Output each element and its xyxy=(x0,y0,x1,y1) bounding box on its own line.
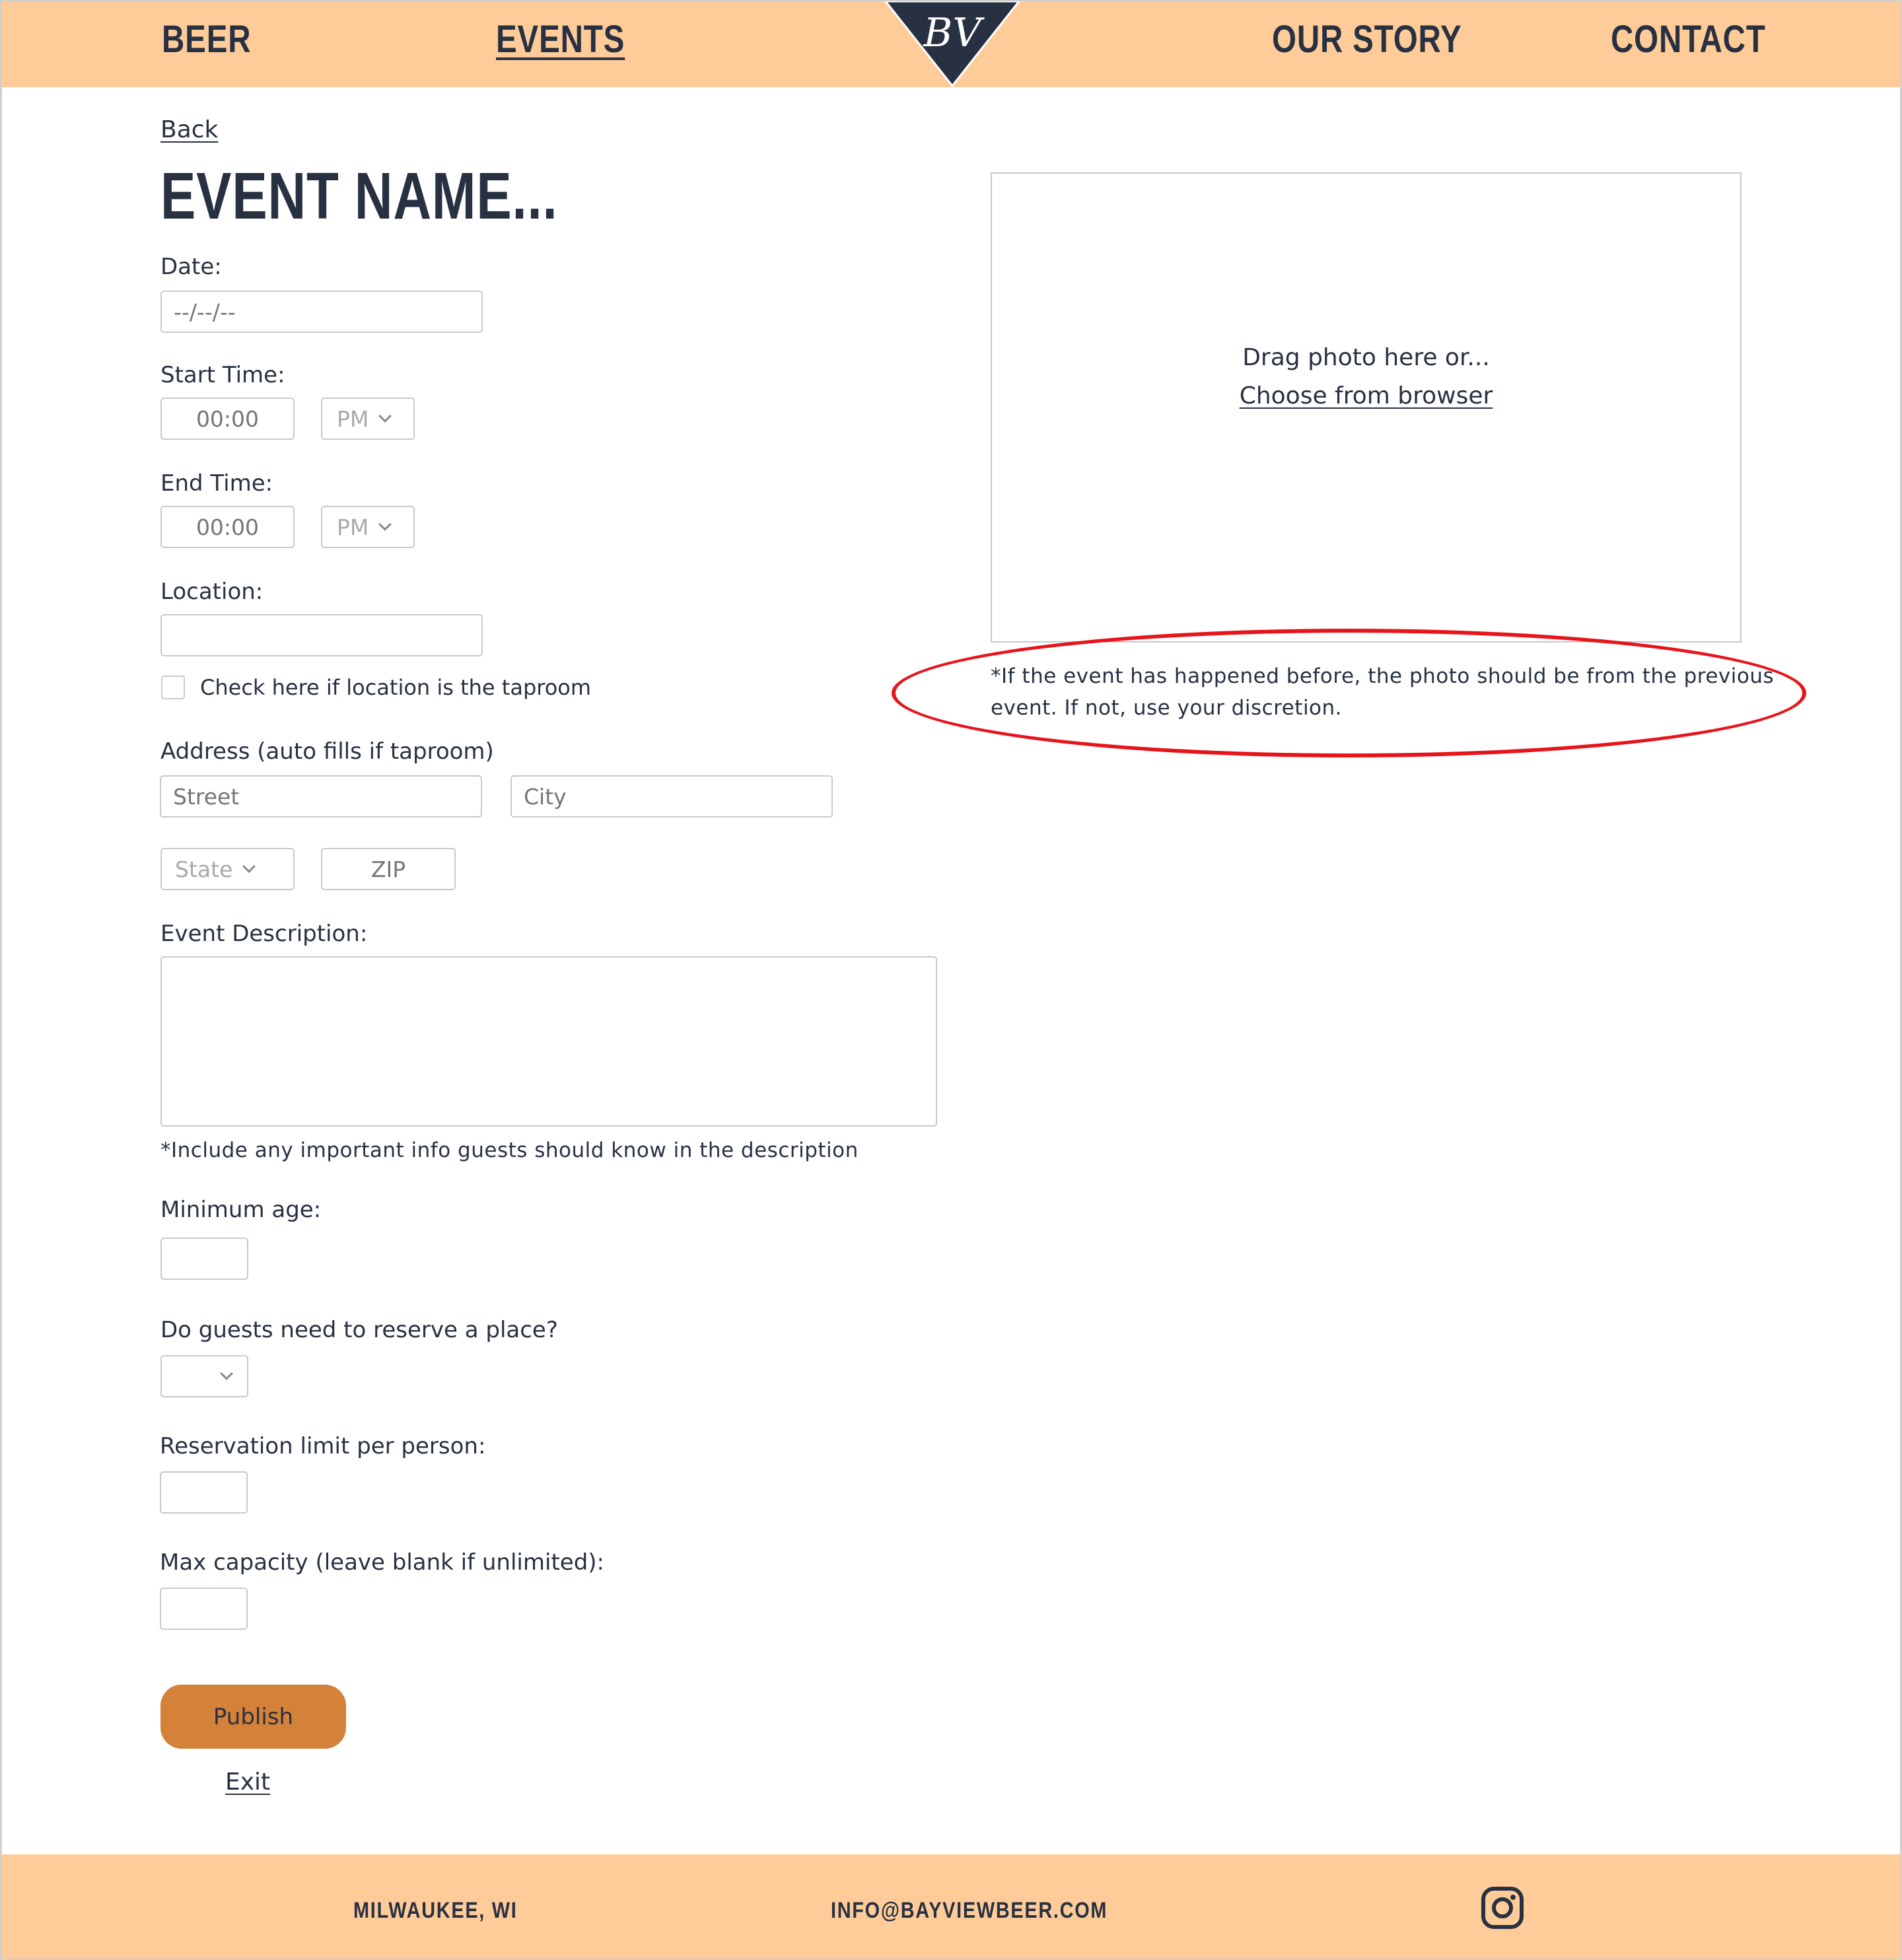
chevron-down-icon xyxy=(378,409,392,423)
end-ampm-value: PM xyxy=(337,514,369,540)
footer-email-link[interactable]: INFO@BAYVIEWBEER.COM xyxy=(831,1898,1108,1924)
start-time-input[interactable] xyxy=(160,398,295,440)
reserve-label: Do guests need to reserve a place? xyxy=(160,1317,558,1343)
description-label: Event Description: xyxy=(160,921,368,947)
publish-button[interactable]: Publish xyxy=(160,1685,346,1749)
state-value: State xyxy=(175,856,233,882)
back-link[interactable]: Back xyxy=(160,116,218,143)
nav-contact[interactable]: CONTACT xyxy=(1611,17,1766,61)
exit-link[interactable]: Exit xyxy=(225,1768,270,1796)
taproom-checkbox-label: Check here if location is the taproom xyxy=(200,675,592,700)
description-textarea[interactable] xyxy=(160,956,937,1127)
max-capacity-input[interactable] xyxy=(160,1588,248,1630)
end-time-input[interactable] xyxy=(160,506,295,548)
end-ampm-select[interactable]: PM xyxy=(321,506,415,548)
chevron-down-icon xyxy=(220,1367,233,1380)
location-input[interactable] xyxy=(160,614,483,656)
reserve-select[interactable] xyxy=(160,1355,248,1397)
date-input[interactable] xyxy=(160,291,483,333)
reservation-limit-label: Reservation limit per person: xyxy=(160,1433,486,1459)
state-select[interactable]: State xyxy=(160,848,295,890)
logo-text: BV xyxy=(923,10,985,56)
start-ampm-value: PM xyxy=(337,405,369,432)
max-capacity-label: Max capacity (leave blank if unlimited): xyxy=(160,1549,604,1576)
description-note: *Include any important info guests shoul… xyxy=(160,1138,859,1162)
instagram-icon[interactable] xyxy=(1481,1886,1524,1930)
drag-photo-text: Drag photo here or... xyxy=(1242,344,1490,371)
photo-dropzone[interactable]: Drag photo here or... Choose from browse… xyxy=(991,172,1742,643)
start-ampm-select[interactable]: PM xyxy=(321,398,415,440)
min-age-label: Minimum age: xyxy=(160,1197,322,1223)
nav-events[interactable]: EVENTS xyxy=(496,17,625,61)
city-input[interactable] xyxy=(511,775,833,818)
reservation-limit-input[interactable] xyxy=(160,1471,248,1514)
end-time-label: End Time: xyxy=(160,470,273,497)
choose-from-browser-link[interactable]: Choose from browser xyxy=(1240,382,1493,409)
nav-beer[interactable]: BEER xyxy=(162,17,251,61)
annotation-ellipse xyxy=(892,629,1806,757)
chevron-down-icon xyxy=(242,860,256,873)
footer-location: MILWAUKEE, WI xyxy=(353,1898,518,1923)
street-input[interactable] xyxy=(160,775,482,818)
brand-logo[interactable]: BV xyxy=(883,1,1022,87)
min-age-input[interactable] xyxy=(160,1238,248,1280)
zip-input[interactable] xyxy=(321,848,456,890)
page-title: EVENT NAME... xyxy=(160,159,558,233)
chevron-down-icon xyxy=(378,518,392,531)
start-time-label: Start Time: xyxy=(160,362,285,388)
location-label: Location: xyxy=(160,578,264,605)
address-label: Address (auto fills if taproom) xyxy=(160,738,494,765)
date-label: Date: xyxy=(160,254,222,280)
nav-our-story[interactable]: OUR STORY xyxy=(1272,17,1462,61)
taproom-checkbox[interactable] xyxy=(161,676,185,699)
site-header: BEER EVENTS OUR STORY CONTACT BV xyxy=(1,1,1901,87)
